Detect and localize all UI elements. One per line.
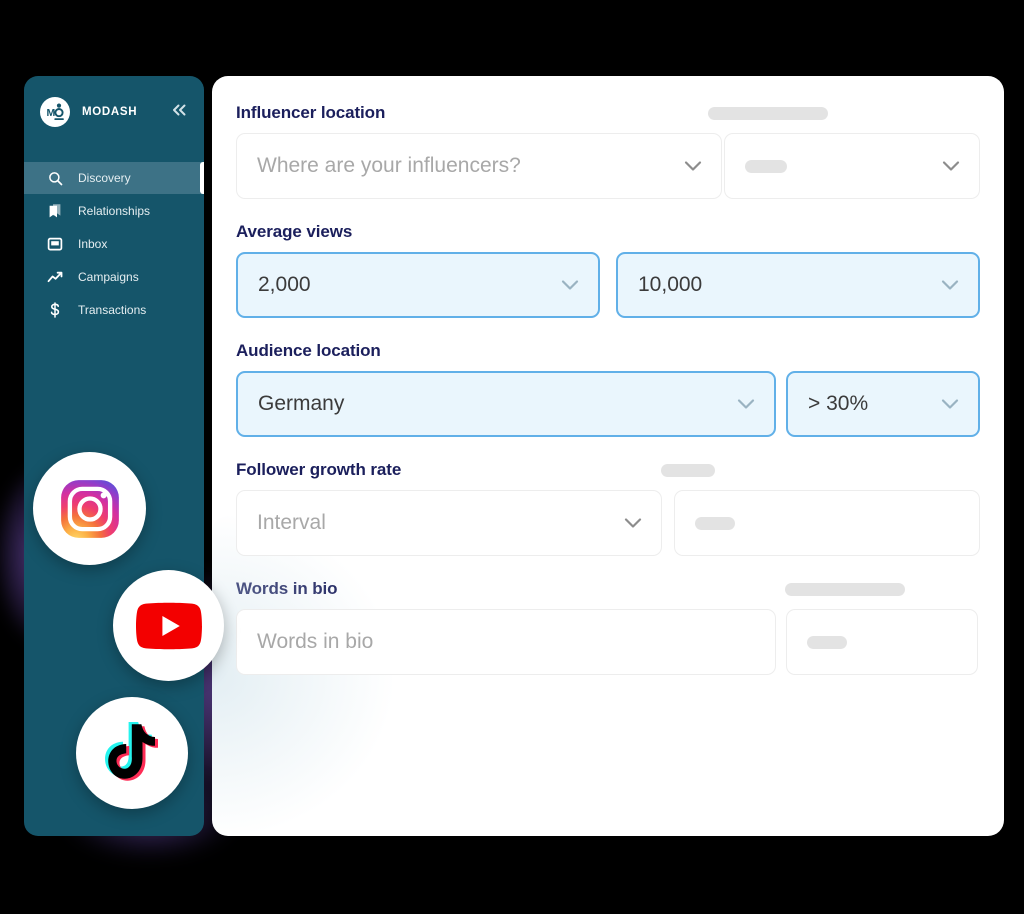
filter-input-secondary[interactable] xyxy=(674,490,980,556)
filter-input-primary[interactable]: Germany xyxy=(236,371,776,437)
filter-input-primary[interactable]: Words in bio xyxy=(236,609,776,675)
filter-input-secondary[interactable]: 10,000 xyxy=(616,252,980,318)
filter-row: Words in bio xyxy=(236,609,980,675)
skeleton-value xyxy=(695,516,735,530)
instagram-badge[interactable] xyxy=(33,452,146,565)
sidebar-item-transactions[interactable]: Transactions xyxy=(24,294,204,326)
filter-input-secondary[interactable] xyxy=(724,133,980,199)
sidebar-item-label: Campaigns xyxy=(78,270,139,284)
filter-input-value: 10,000 xyxy=(638,273,703,296)
modash-logo-icon: M xyxy=(40,97,70,127)
sidebar-item-label: Discovery xyxy=(78,171,131,185)
filter-input-primary[interactable]: 2,000 xyxy=(236,252,600,318)
tiktok-icon xyxy=(105,722,158,781)
skeleton-label xyxy=(785,582,906,596)
sidebar-item-relationships[interactable]: Relationships xyxy=(24,195,204,227)
filters-list: Influencer location Where are your influe… xyxy=(236,102,980,675)
filter-group: Average views 2,000 10,000 xyxy=(236,221,980,318)
chevron-down-icon xyxy=(683,156,703,176)
filter-header: Audience location xyxy=(236,340,980,362)
chevron-down-icon xyxy=(941,156,961,176)
filter-label: Audience location xyxy=(236,341,381,360)
filter-input-value: > 30% xyxy=(808,392,869,415)
filter-header: Average views xyxy=(236,221,980,243)
filter-input-primary[interactable]: Interval xyxy=(236,490,662,556)
filter-input-primary[interactable]: Where are your influencers? xyxy=(236,133,722,199)
filter-row: 2,000 10,000 xyxy=(236,252,980,318)
filter-input-value: Where are your influencers? xyxy=(257,154,521,177)
chevron-down-icon xyxy=(560,275,580,295)
trending-up-icon xyxy=(46,268,64,286)
youtube-badge[interactable] xyxy=(113,570,224,681)
sidebar-item-label: Inbox xyxy=(78,237,108,251)
sidebar-item-inbox[interactable]: Inbox xyxy=(24,228,204,260)
filter-group: Audience location Germany > 30% xyxy=(236,340,980,437)
instagram-icon xyxy=(60,479,119,538)
search-icon xyxy=(46,169,64,187)
filter-input-secondary[interactable]: > 30% xyxy=(786,371,980,437)
filter-label: Words in bio xyxy=(236,579,338,598)
skeleton-label xyxy=(661,463,716,477)
dollar-icon xyxy=(46,301,64,319)
filter-group: Follower growth rate Interval xyxy=(236,459,980,556)
sidebar-nav: Discovery Relationships Inbox Campaigns … xyxy=(24,162,204,326)
filter-header: Influencer location xyxy=(236,102,980,124)
skeleton-label xyxy=(708,106,829,120)
sidebar-item-label: Relationships xyxy=(78,204,151,218)
filter-input-value: Interval xyxy=(257,511,326,534)
svg-text:M: M xyxy=(47,107,56,119)
youtube-icon xyxy=(135,602,202,649)
skeleton-value xyxy=(745,159,787,173)
filter-label: Average views xyxy=(236,222,353,241)
filter-input-value: Germany xyxy=(258,392,345,415)
sidebar-item-campaigns[interactable]: Campaigns xyxy=(24,261,204,293)
bookmark-icon xyxy=(46,202,64,220)
filter-row: Germany > 30% xyxy=(236,371,980,437)
brand-name: MODASH xyxy=(82,106,138,118)
filter-input-value: 2,000 xyxy=(258,273,311,296)
chevron-down-icon xyxy=(736,394,756,414)
filter-group: Influencer location Where are your influe… xyxy=(236,102,980,199)
filter-input-secondary[interactable] xyxy=(786,609,978,675)
inbox-icon xyxy=(46,235,64,253)
filter-group: Words in bio Words in bio xyxy=(236,578,980,675)
brand-header: M MODASH xyxy=(24,84,204,140)
sidebar-item-discovery[interactable]: Discovery xyxy=(24,162,204,194)
filter-label: Influencer location xyxy=(236,103,386,122)
chevron-down-icon xyxy=(940,394,960,414)
tiktok-badge[interactable] xyxy=(76,697,188,809)
chevron-down-icon xyxy=(623,513,643,533)
chevron-down-icon xyxy=(940,275,960,295)
filter-row: Interval xyxy=(236,490,980,556)
filter-header: Follower growth rate xyxy=(236,459,980,481)
filters-panel: Influencer location Where are your influe… xyxy=(212,76,1004,836)
filter-label: Follower growth rate xyxy=(236,460,402,479)
filter-row: Where are your influencers? xyxy=(236,133,980,199)
collapse-sidebar-button[interactable] xyxy=(169,101,190,124)
filter-header: Words in bio xyxy=(236,578,980,600)
filter-input-value: Words in bio xyxy=(257,630,374,653)
skeleton-value xyxy=(807,635,847,649)
sidebar-item-label: Transactions xyxy=(78,303,147,317)
